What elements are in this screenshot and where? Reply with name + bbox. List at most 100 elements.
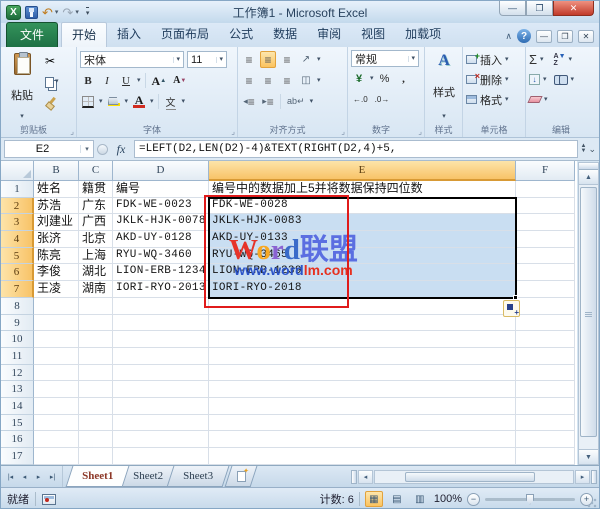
wrap-text-dropdown-arrow[interactable]: ▾ (310, 99, 314, 105)
number-dialog-launcher[interactable]: ⌟ (418, 128, 422, 136)
column-header-F[interactable]: F (516, 161, 575, 181)
bottom-align-button[interactable]: ≡ (279, 51, 295, 68)
vertical-split-handle[interactable] (579, 163, 598, 170)
cell-F3[interactable] (516, 214, 575, 231)
cell-B3[interactable]: 刘建业 (34, 214, 79, 231)
insert-function-button[interactable]: fx (111, 142, 131, 157)
merge-dropdown-arrow[interactable]: ▾ (317, 78, 321, 84)
cell-B12[interactable] (34, 365, 79, 382)
help-icon[interactable]: ? (517, 29, 531, 43)
tab-split-handle[interactable] (351, 470, 357, 484)
row-header-16[interactable]: 16 (1, 431, 34, 448)
column-header-B[interactable]: B (34, 161, 79, 181)
next-sheet-button[interactable]: ▸ (32, 470, 45, 484)
name-box[interactable]: E2 ▾ (4, 140, 94, 158)
expand-formula-bar-icon[interactable]: ⌄ (588, 144, 596, 155)
cell-C1[interactable]: 籍贯 (79, 181, 113, 198)
undo-icon[interactable]: ↶ (42, 6, 53, 19)
phonetic-dropdown-arrow[interactable]: ▾ (182, 99, 186, 105)
font-color-dropdown-arrow[interactable]: ▾ (150, 99, 154, 105)
cell-F2[interactable] (516, 198, 575, 215)
cell-C6[interactable]: 湖北 (79, 264, 113, 281)
horizontal-scrollbar[interactable]: ◂ ▸ (351, 466, 599, 487)
cell-F5[interactable] (516, 248, 575, 265)
zoom-out-button[interactable]: − (467, 493, 480, 506)
cell-D12[interactable] (113, 365, 209, 382)
zoom-slider-thumb[interactable] (526, 494, 534, 505)
cell-F9[interactable] (516, 315, 575, 332)
ribbon-tab-1[interactable]: 开始 (61, 22, 107, 47)
clipboard-dialog-launcher[interactable]: ⌟ (70, 128, 74, 136)
align-right-button[interactable]: ≡ (279, 72, 295, 89)
cell-F10[interactable] (516, 331, 575, 348)
cell-D11[interactable] (113, 348, 209, 365)
cell-F1[interactable] (516, 181, 575, 198)
row-header-8[interactable]: 8 (1, 298, 34, 315)
cell-E16[interactable] (209, 431, 516, 448)
row-header-17[interactable]: 17 (1, 448, 34, 465)
styles-button[interactable]: A 样式 ▾ (428, 50, 460, 123)
prev-sheet-button[interactable]: ◂ (18, 470, 31, 484)
scroll-right-button[interactable]: ▸ (575, 470, 590, 484)
ribbon-tab-4[interactable]: 公式 (219, 22, 263, 47)
format-cells-button[interactable]: 格式▾ (466, 91, 523, 108)
cell-F11[interactable] (516, 348, 575, 365)
cell-B2[interactable]: 苏浩 (34, 198, 79, 215)
cell-C15[interactable] (79, 415, 113, 432)
cell-D14[interactable] (113, 398, 209, 415)
cell-C4[interactable]: 北京 (79, 231, 113, 248)
underline-button[interactable]: U (118, 72, 134, 89)
cell-F17[interactable] (516, 448, 575, 465)
cell-B1[interactable]: 姓名 (34, 181, 79, 198)
currency-button[interactable]: ¥ (351, 70, 367, 87)
cell-F15[interactable] (516, 415, 575, 432)
minimize-button[interactable]: — (499, 1, 526, 16)
cell-B15[interactable] (34, 415, 79, 432)
cell-C12[interactable] (79, 365, 113, 382)
undo-dropdown-arrow[interactable]: ▾ (55, 8, 59, 16)
auto-fill-options-button[interactable] (503, 300, 520, 317)
orientation-button[interactable]: ↗ (298, 51, 314, 68)
increase-indent-button[interactable]: ▸≡ (260, 93, 276, 110)
percent-button[interactable]: % (377, 70, 393, 87)
row-header-6[interactable]: 6 (1, 264, 34, 281)
cell-E10[interactable] (209, 331, 516, 348)
grow-font-button[interactable]: A▲ (150, 72, 169, 89)
ribbon-tab-5[interactable]: 数据 (263, 22, 307, 47)
shrink-font-button[interactable]: A▼ (171, 72, 188, 89)
cell-F14[interactable] (516, 398, 575, 415)
cell-B7[interactable]: 王凌 (34, 281, 79, 298)
autosum-button[interactable]: Σ▾ (529, 51, 548, 68)
cell-B17[interactable] (34, 448, 79, 465)
number-format-combobox[interactable]: 常规▾ (351, 50, 419, 67)
cell-D2[interactable]: FDK-WE-0023 (113, 198, 209, 215)
workbook-close-button[interactable]: ✕ (578, 30, 594, 43)
font-size-dropdown-arrow[interactable]: ▾ (216, 57, 223, 63)
cell-D16[interactable] (113, 431, 209, 448)
cell-F8[interactable] (516, 298, 575, 315)
cell-D8[interactable] (113, 298, 209, 315)
scroll-down-button[interactable]: ▼ (579, 449, 598, 464)
vertical-scrollbar[interactable]: ▲ ▼ (578, 162, 599, 465)
redo-dropdown-arrow[interactable]: ▾ (75, 8, 79, 16)
cell-C3[interactable]: 广西 (79, 214, 113, 231)
top-align-button[interactable]: ≡ (241, 51, 257, 68)
cell-D1[interactable]: 编号 (113, 181, 209, 198)
fill-color-button[interactable] (106, 93, 122, 110)
decrease-indent-button[interactable]: ◂≡ (241, 93, 257, 110)
cell-D13[interactable] (113, 381, 209, 398)
resize-grip[interactable] (587, 498, 597, 508)
cell-B11[interactable] (34, 348, 79, 365)
vertical-scroll-thumb[interactable] (580, 187, 597, 437)
column-header-D[interactable]: D (113, 161, 209, 181)
cell-E15[interactable] (209, 415, 516, 432)
middle-align-button[interactable]: ≡ (260, 51, 276, 68)
cell-C11[interactable] (79, 348, 113, 365)
styles-dropdown-arrow[interactable]: ▾ (442, 114, 446, 120)
name-box-dropdown-arrow[interactable]: ▾ (80, 145, 93, 153)
cell-C2[interactable]: 广东 (79, 198, 113, 215)
cell-D4[interactable]: AKD-UY-0128 (113, 231, 209, 248)
merge-center-button[interactable]: ◫ (298, 72, 314, 89)
cell-D17[interactable] (113, 448, 209, 465)
cell-C5[interactable]: 上海 (79, 248, 113, 265)
